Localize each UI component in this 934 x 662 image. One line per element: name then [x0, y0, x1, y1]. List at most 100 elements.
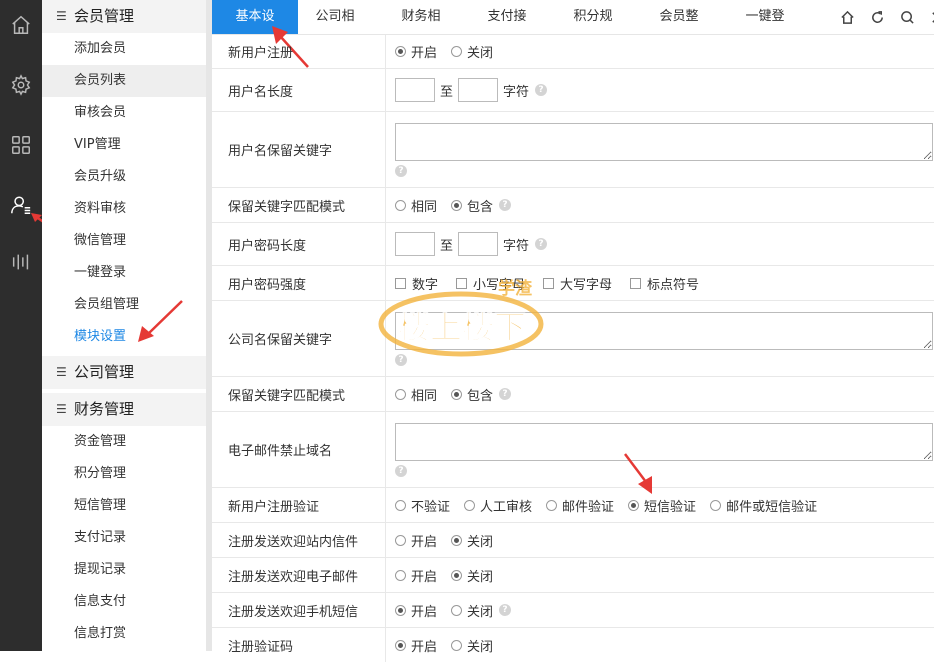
- radio-enable[interactable]: 开启: [395, 636, 437, 655]
- form-row: 用户密码长度 至 字符 ?: [212, 223, 934, 266]
- range-separator: 至: [440, 84, 454, 100]
- sidebar-item-payment-records[interactable]: 支付记录: [42, 522, 206, 554]
- field-label: 用户密码强度: [212, 266, 386, 300]
- toolbar: [832, 0, 934, 34]
- radio-same[interactable]: 相同: [395, 196, 437, 215]
- username-reserved-keywords-textarea[interactable]: [395, 122, 933, 161]
- form-row: 保留关键字匹配模式 相同 包含 ?: [212, 188, 934, 223]
- field-label: 用户名长度: [212, 69, 386, 111]
- help-icon[interactable]: ?: [535, 238, 548, 250]
- radio-email-or-sms-verify[interactable]: 邮件或短信验证: [710, 496, 817, 515]
- field-label: 用户密码长度: [212, 223, 386, 265]
- sidebar-item-sms[interactable]: 短信管理: [42, 490, 206, 522]
- sidebar-item-info-reward[interactable]: 信息打赏: [42, 618, 206, 650]
- help-icon[interactable]: ?: [395, 464, 407, 477]
- watermark-logo: 学渣 楼上楼下: [378, 278, 544, 357]
- list-icon: ☰: [56, 402, 67, 416]
- refresh-icon[interactable]: [862, 0, 892, 34]
- unit-label: 字符: [503, 238, 530, 254]
- watermark-line2: 楼上楼下: [398, 308, 526, 346]
- radio-enable[interactable]: 开启: [395, 601, 437, 620]
- radio-no-verify[interactable]: 不验证: [395, 496, 450, 515]
- radio-disable[interactable]: 关闭: [451, 566, 493, 585]
- form-row: 保留关键字匹配模式 相同 包含 ?: [212, 377, 934, 412]
- password-min-input[interactable]: [395, 232, 435, 256]
- form-row: 新用户注册验证 不验证 人工审核 邮件验证 短信验证 邮件或短信验证: [212, 488, 934, 523]
- field-label: 注册发送欢迎电子邮件: [212, 558, 386, 592]
- form-row: 注册发送欢迎站内信件 开启 关闭: [212, 523, 934, 558]
- radio-same[interactable]: 相同: [395, 385, 437, 404]
- radio-contains[interactable]: 包含: [451, 196, 493, 215]
- help-icon[interactable]: ?: [499, 199, 512, 211]
- sidebar-item-member-list[interactable]: 会员列表: [42, 65, 206, 97]
- username-max-input[interactable]: [458, 78, 499, 102]
- sidebar-item-wechat[interactable]: 微信管理: [42, 225, 206, 257]
- list-icon: ☰: [56, 365, 67, 379]
- radio-sms-verify[interactable]: 短信验证: [628, 496, 696, 515]
- icon-rail: [0, 0, 42, 651]
- radio-disable[interactable]: 关闭: [451, 531, 493, 550]
- sidebar-item-review-member[interactable]: 审核会员: [42, 97, 206, 129]
- checkbox-punctuation[interactable]: 标点符号: [630, 274, 699, 293]
- radio-disable[interactable]: 关闭: [451, 636, 493, 655]
- tab-payment[interactable]: 支付接: [470, 0, 544, 34]
- sidebar-item-profile-review[interactable]: 资料审核: [42, 193, 206, 225]
- tab-bar: 基本设 公司相 财务相 支付接 积分规 会员整 一键登: [212, 0, 934, 35]
- sidebar-group-finance[interactable]: ☰ 财务管理: [42, 393, 206, 426]
- range-separator: 至: [440, 238, 454, 254]
- sidebar-group-label: 财务管理: [74, 400, 135, 418]
- sidebar-group-label: 公司管理: [74, 363, 135, 381]
- form-row: 新用户注册 开启 关闭: [212, 35, 934, 69]
- list-icon: ☰: [56, 9, 67, 23]
- sidebar-group-label: 会员管理: [74, 7, 135, 25]
- radio-disable[interactable]: 关闭: [451, 601, 493, 620]
- sidebar-item-vip[interactable]: VIP管理: [42, 129, 206, 161]
- sidebar-item-onekey-login[interactable]: 一键登录: [42, 257, 206, 289]
- grid-icon[interactable]: [0, 125, 42, 165]
- sidebar-item-info-pay[interactable]: 信息支付: [42, 586, 206, 618]
- radio-email-verify[interactable]: 邮件验证: [546, 496, 614, 515]
- sidebar-item-funds[interactable]: 资金管理: [42, 426, 206, 458]
- annotation-arrow: [138, 300, 183, 342]
- help-icon[interactable]: ?: [499, 388, 512, 400]
- sidebar-item-withdraw-records[interactable]: 提现记录: [42, 554, 206, 586]
- sidebar-item-points[interactable]: 积分管理: [42, 458, 206, 490]
- sidebar-group-company[interactable]: ☰ 公司管理: [42, 356, 206, 389]
- form-row: 注册发送欢迎电子邮件 开启 关闭: [212, 558, 934, 593]
- bars-icon[interactable]: [0, 242, 42, 282]
- tab-onekey-login[interactable]: 一键登: [728, 0, 802, 34]
- field-label: 保留关键字匹配模式: [212, 377, 386, 411]
- tab-points[interactable]: 积分规: [556, 0, 630, 34]
- annotation-arrow: [624, 453, 652, 494]
- tab-member-integration[interactable]: 会员整: [642, 0, 716, 34]
- tab-finance[interactable]: 财务相: [384, 0, 458, 34]
- close-icon[interactable]: [922, 0, 934, 34]
- field-label: 用户名保留关键字: [212, 112, 386, 187]
- home-icon[interactable]: [0, 5, 42, 45]
- search-icon[interactable]: [892, 0, 922, 34]
- password-max-input[interactable]: [458, 232, 499, 256]
- field-label: 新用户注册验证: [212, 488, 386, 522]
- watermark-line1: 学渣: [498, 278, 533, 299]
- username-min-input[interactable]: [395, 78, 435, 102]
- radio-contains[interactable]: 包含: [451, 385, 493, 404]
- sidebar-item-add-member[interactable]: 添加会员: [42, 33, 206, 65]
- help-icon[interactable]: ?: [395, 164, 407, 177]
- field-label: 注册发送欢迎手机短信: [212, 593, 386, 627]
- sidebar-group-member[interactable]: ☰ 会员管理: [42, 0, 206, 33]
- gear-icon[interactable]: [0, 65, 42, 105]
- radio-enable[interactable]: 开启: [395, 566, 437, 585]
- field-label: 保留关键字匹配模式: [212, 188, 386, 222]
- radio-enable[interactable]: 开启: [395, 42, 437, 61]
- help-icon[interactable]: ?: [535, 84, 548, 96]
- radio-disable[interactable]: 关闭: [451, 42, 493, 61]
- unit-label: 字符: [503, 84, 530, 100]
- home-icon[interactable]: [832, 0, 862, 34]
- form-row: 用户名保留关键字 ?: [212, 112, 934, 188]
- sidebar-item-upgrade[interactable]: 会员升级: [42, 161, 206, 193]
- help-icon[interactable]: ?: [499, 604, 512, 616]
- radio-manual-review[interactable]: 人工审核: [464, 496, 532, 515]
- email-banned-domains-textarea[interactable]: [395, 422, 933, 461]
- field-label: 电子邮件禁止域名: [212, 412, 386, 487]
- radio-enable[interactable]: 开启: [395, 531, 437, 550]
